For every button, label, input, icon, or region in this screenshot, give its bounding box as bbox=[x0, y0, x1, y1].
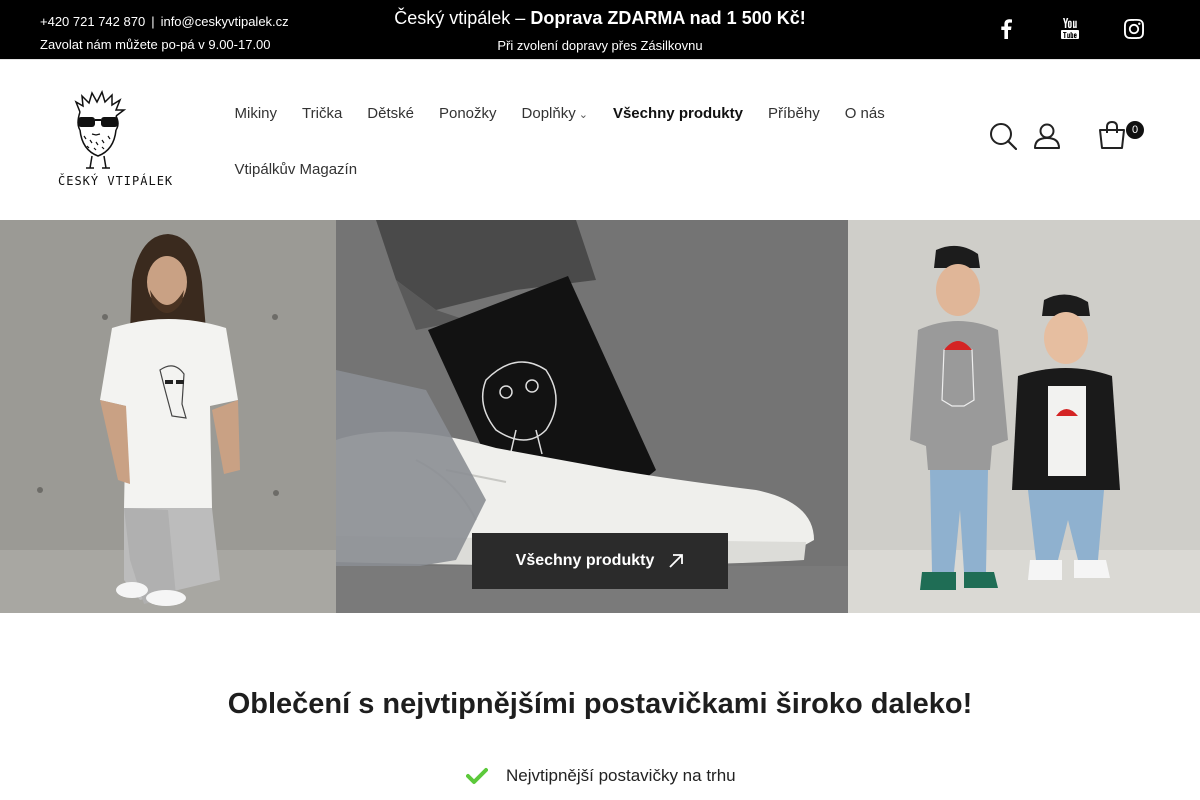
nav-item-doplnky[interactable]: Doplňky ⌄ bbox=[509, 105, 600, 122]
site-logo[interactable]: ČESKÝ VTIPÁLEK bbox=[52, 89, 172, 190]
instagram-icon[interactable] bbox=[1122, 17, 1146, 41]
nav-item-ponozky[interactable]: Ponožky bbox=[426, 105, 509, 122]
nav-item-pribehy[interactable]: Příběhy bbox=[756, 105, 833, 122]
shipping-promo: Český vtipálek – Doprava ZDARMA nad 1 50… bbox=[300, 6, 900, 55]
opening-hours: Zavolat nám můžete po-pá v 9.00-17.00 bbox=[40, 37, 271, 52]
arrow-up-right-icon bbox=[669, 554, 684, 568]
nav-item-magazin[interactable]: Vtipálkův Magazín bbox=[222, 161, 370, 178]
cart-icon[interactable] bbox=[1098, 120, 1126, 154]
nav-item-doplnky-label: Doplňky bbox=[521, 104, 576, 122]
section-headline: Oblečení s nejvtipnějšími postavičkami š… bbox=[227, 688, 973, 720]
chevron-down-icon: ⌄ bbox=[578, 108, 588, 121]
nav-item-mikiny[interactable]: Mikiny bbox=[222, 105, 290, 122]
feature-label: Nejvtipnější postavičky na trhu bbox=[506, 766, 736, 785]
nav-item-vsechny-produkty[interactable]: Všechny produkty bbox=[600, 105, 755, 122]
search-icon[interactable] bbox=[989, 122, 1018, 155]
checkmark-icon bbox=[466, 768, 488, 784]
youtube-icon[interactable] bbox=[1058, 17, 1082, 41]
top-bar: +420 721 742 870 | info@ceskyvtipalek.cz Z… bbox=[0, 0, 1200, 59]
logo-character-icon bbox=[74, 89, 127, 169]
facebook-icon[interactable] bbox=[994, 17, 1018, 41]
promo-subtitle: Při zvolení dopravy přes Zásilkovnu bbox=[497, 38, 703, 53]
email-link[interactable]: info@ceskyvtipalek.cz bbox=[161, 14, 289, 29]
nav-item-tricka[interactable]: Trička bbox=[290, 105, 355, 122]
all-products-button[interactable]: Všechny produkty bbox=[472, 533, 728, 589]
cart-count-badge: 0 bbox=[1126, 121, 1144, 139]
phone-link[interactable]: +420 721 742 870 bbox=[40, 14, 145, 29]
hero-banner: Všechny produkty bbox=[0, 220, 1200, 613]
all-products-button-label: Všechny produkty bbox=[515, 552, 655, 569]
nav-item-o-nas[interactable]: O nás bbox=[832, 105, 897, 122]
user-icon[interactable] bbox=[1034, 123, 1060, 154]
promo-prefix: Český vtipálek – bbox=[394, 8, 531, 28]
contact-info: +420 721 742 870 | info@ceskyvtipalek.cz Z… bbox=[40, 10, 289, 56]
promo-free-shipping: Doprava ZDARMA nad 1 500 Kč! bbox=[530, 8, 806, 28]
feature-item: Nejvtipnější postavičky na trhu bbox=[466, 766, 736, 786]
contact-separator: | bbox=[151, 14, 155, 29]
site-header: ČESKÝ VTIPÁLEK Mikiny Trička Dětské Pono… bbox=[0, 59, 1200, 220]
nav-item-detske[interactable]: Dětské bbox=[355, 105, 427, 122]
logo-wordmark: ČESKÝ VTIPÁLEK bbox=[58, 174, 174, 188]
main-nav: Mikiny Trička Dětské Ponožky Doplňky ⌄ Vš… bbox=[222, 85, 922, 197]
hero-image-kids bbox=[848, 220, 1200, 613]
hero-image-man bbox=[0, 220, 336, 613]
